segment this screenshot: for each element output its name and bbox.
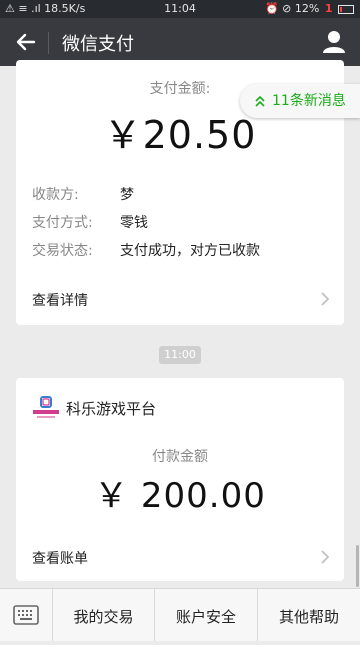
- payment-method-key: 支付方式:: [32, 215, 93, 231]
- battery-alert: 1: [324, 2, 333, 15]
- title-divider: [48, 32, 49, 54]
- double-chevron-up-icon: [255, 95, 265, 107]
- payment-amount-value: ￥ 200.00: [94, 476, 266, 516]
- keyboard-toggle-button[interactable]: [0, 589, 52, 641]
- profile-button[interactable]: [316, 24, 352, 60]
- battery-text: ⏰ ⊘ 12%: [264, 2, 320, 15]
- payee-row: 收款方: 梦: [32, 184, 134, 204]
- merchant-name: 科乐游戏平台: [66, 400, 157, 418]
- payee-value: 梦: [120, 187, 134, 203]
- payment-amount-label: 付款金额: [152, 449, 208, 465]
- menu-other-help[interactable]: 其他帮助: [258, 606, 360, 627]
- merchant-card: 科乐游戏平台 付款金额 ￥ 200.00 查看账单: [16, 378, 344, 581]
- timestamp-badge: 11:00: [159, 346, 201, 364]
- battery-icon: [338, 4, 354, 14]
- back-button[interactable]: [8, 24, 44, 60]
- payment-method-row: 支付方式: 零钱: [32, 212, 148, 232]
- chevron-right-icon: [321, 292, 330, 306]
- new-messages-button[interactable]: 11条新消息: [240, 84, 360, 118]
- battery-status: ⏰ ⊘ 12% 1: [265, 2, 354, 15]
- chevron-right-icon: [321, 550, 330, 564]
- new-messages-label: 11条新消息: [272, 93, 346, 109]
- view-details-link[interactable]: 查看详情: [32, 290, 88, 310]
- payee-key: 收款方:: [32, 187, 79, 203]
- person-icon: [323, 31, 345, 53]
- status-value: 支付成功，对方已收款: [120, 243, 260, 259]
- back-arrow-icon: [16, 33, 36, 51]
- menu-account-security[interactable]: 账户安全: [155, 606, 257, 627]
- payment-method-value: 零钱: [120, 215, 148, 231]
- status-row: 交易状态: 支付成功，对方已收款: [32, 240, 260, 260]
- menu-my-transactions[interactable]: 我的交易: [53, 606, 154, 627]
- view-bill-link[interactable]: 查看账单: [32, 548, 88, 568]
- status-key: 交易状态:: [32, 243, 93, 259]
- merchant-logo: [33, 396, 59, 418]
- scrollbar[interactable]: [356, 545, 359, 587]
- bottom-menu-bar: 我的交易 账户安全 其他帮助: [0, 588, 360, 641]
- title-bar: 微信支付: [0, 18, 360, 66]
- page-title: 微信支付: [62, 34, 134, 55]
- status-bar: ⚠ ≡ .ıl 18.5K/s 11:04 ⏰ ⊘ 12% 1: [0, 0, 360, 18]
- keyboard-icon: [13, 605, 39, 625]
